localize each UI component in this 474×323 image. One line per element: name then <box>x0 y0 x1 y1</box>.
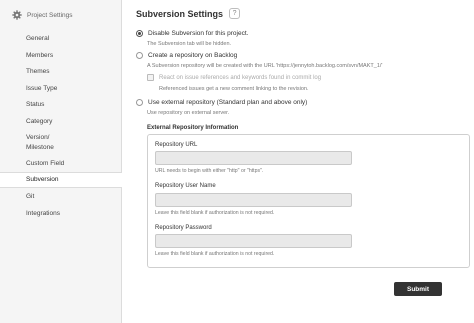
external-section-title: External Repository Information <box>147 125 239 131</box>
repository-user-input[interactable] <box>155 193 352 207</box>
react-on-references-checkbox[interactable] <box>147 74 154 81</box>
repository-url-hint: URL needs to begin with either "http" or… <box>155 168 264 174</box>
react-on-references-row[interactable]: React on issue references and keywords f… <box>147 74 321 81</box>
repository-password-label: Repository Password <box>155 225 212 231</box>
option-external-desc: Use repository on external server. <box>147 110 230 116</box>
option-disable-desc: The Subversion tab will be hidden. <box>147 41 232 47</box>
sidebar-item-issue-type[interactable]: Issue Type <box>0 79 121 97</box>
sidebar-item-category[interactable]: Category <box>0 112 121 130</box>
option-create-desc: A Subversion repository will be created … <box>147 63 383 69</box>
radio-disable-subversion[interactable] <box>136 30 143 37</box>
repository-url-label: Repository URL <box>155 142 198 148</box>
repository-password-hint: Leave this field blank if authorization … <box>155 251 275 257</box>
title-row: Subversion Settings ? <box>136 8 241 19</box>
sidebar-header-title: Project Settings <box>27 11 73 19</box>
option-disable-subversion[interactable]: Disable Subversion for this project. <box>136 30 248 37</box>
sidebar-item-git[interactable]: Git <box>0 188 121 205</box>
sidebar-item-members[interactable]: Members <box>0 46 121 64</box>
react-on-references-desc: Referenced issues get a new comment link… <box>159 86 309 92</box>
repository-user-hint: Leave this field blank if authorization … <box>155 210 275 216</box>
radio-external-repository[interactable] <box>136 99 143 106</box>
page-title: Subversion Settings <box>136 8 224 19</box>
gear-icon <box>12 10 22 20</box>
sidebar-item-general[interactable]: General <box>0 30 121 47</box>
external-repository-panel: Repository URL URL needs to begin with e… <box>147 134 470 268</box>
option-external-label: Use external repository (Standard plan a… <box>148 99 308 106</box>
sidebar: Project Settings General Members Themes … <box>0 0 122 323</box>
option-create-repository[interactable]: Create a repository on Backlog <box>136 52 237 59</box>
sidebar-item-subversion[interactable]: Subversion <box>0 171 122 188</box>
sidebar-item-version-milestone[interactable]: Version/ Milestone <box>0 129 121 155</box>
sidebar-item-status[interactable]: Status <box>0 96 121 113</box>
option-create-label: Create a repository on Backlog <box>148 52 238 59</box>
react-on-references-label: React on issue references and keywords f… <box>159 74 322 81</box>
repository-password-input[interactable] <box>155 234 352 248</box>
option-external-repository[interactable]: Use external repository (Standard plan a… <box>136 99 307 106</box>
repository-url-input[interactable] <box>155 151 352 165</box>
submit-button[interactable]: Submit <box>394 282 442 296</box>
repository-user-label: Repository User Name <box>155 183 216 189</box>
radio-create-repository[interactable] <box>136 52 143 59</box>
option-disable-label: Disable Subversion for this project. <box>148 30 249 37</box>
sidebar-item-integrations[interactable]: Integrations <box>0 204 121 222</box>
help-icon[interactable]: ? <box>229 8 241 19</box>
sidebar-item-custom-field[interactable]: Custom Field <box>0 155 121 172</box>
sidebar-item-themes[interactable]: Themes <box>0 63 121 80</box>
sidebar-header: Project Settings <box>0 0 121 30</box>
